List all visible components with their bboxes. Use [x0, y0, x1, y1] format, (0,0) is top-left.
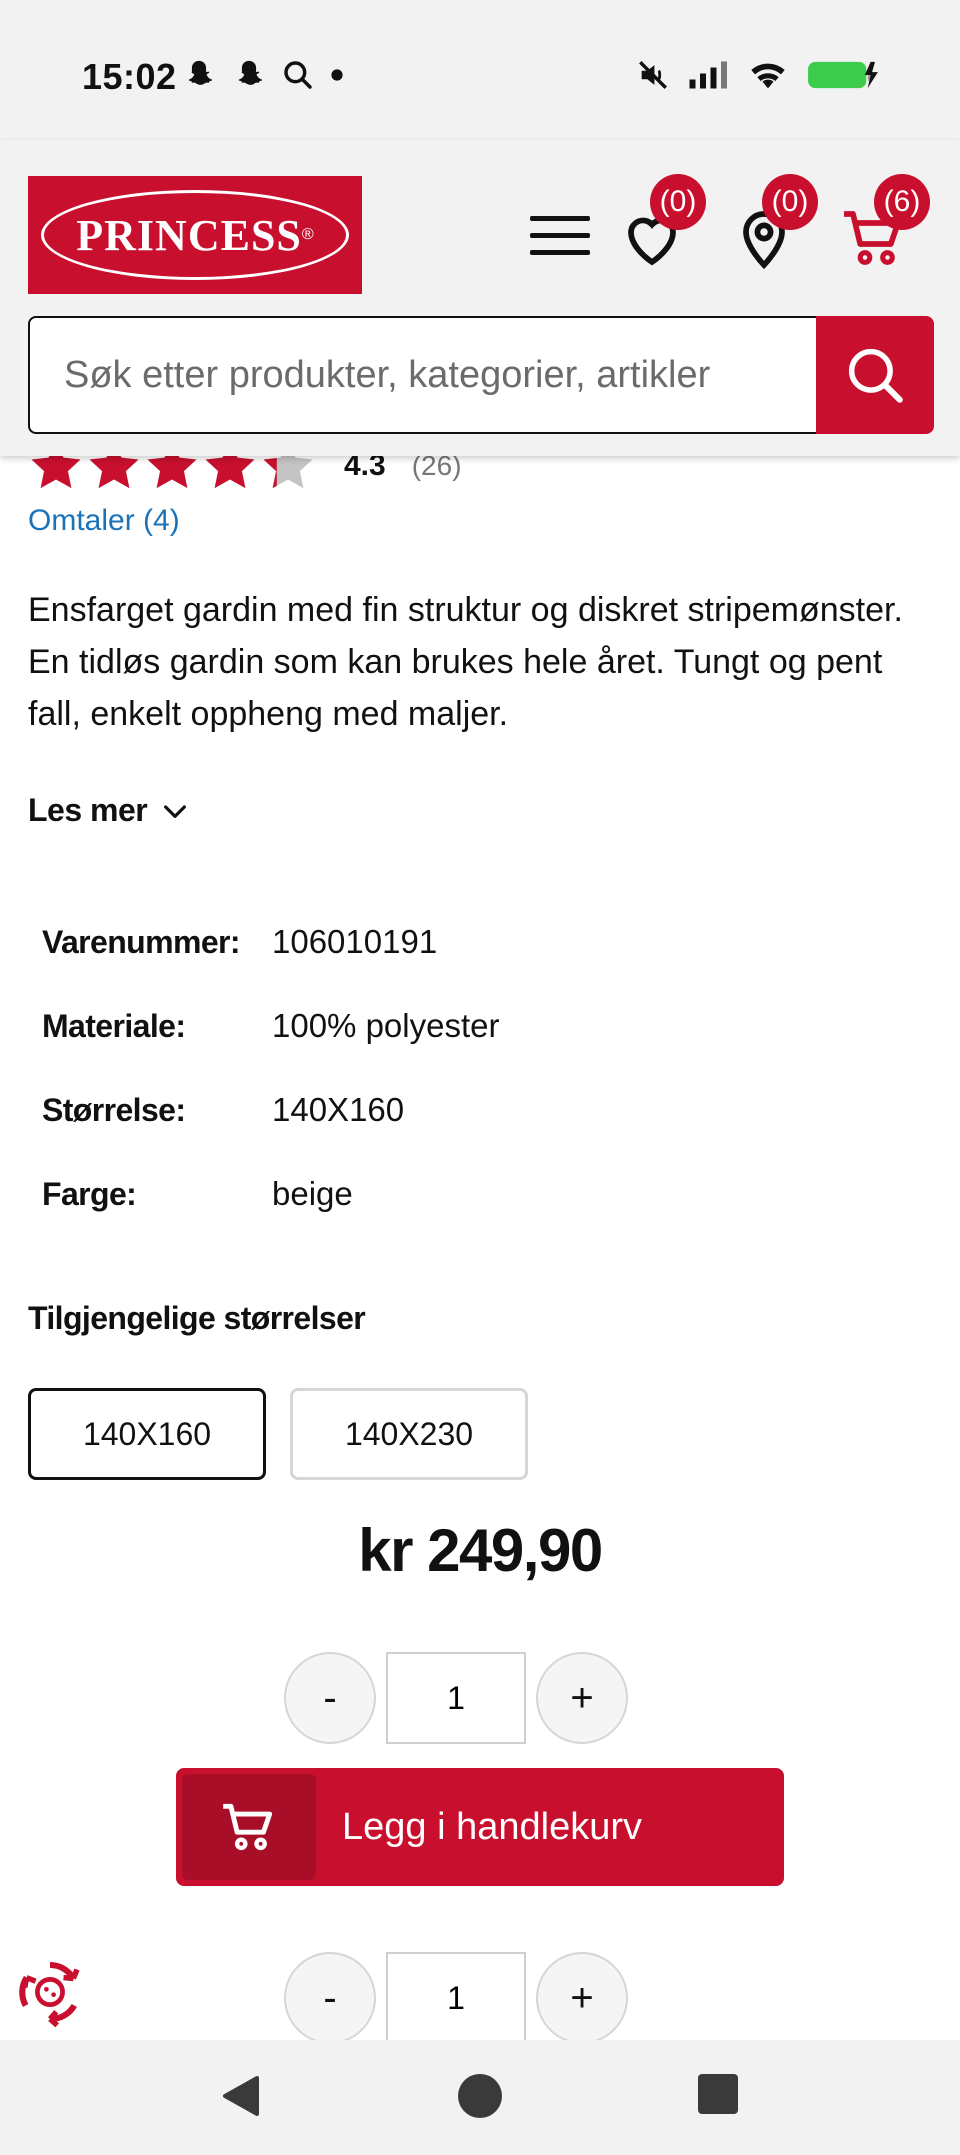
mute-icon: [639, 61, 667, 89]
add-to-cart-label: Legg i handlekurv: [342, 1805, 642, 1848]
search-icon: [848, 348, 903, 403]
cart-count-badge: (6): [874, 174, 930, 230]
site-header: PRINCESS ® (0) (0) (6): [0, 140, 960, 456]
battery-icon: [808, 61, 878, 89]
snapchat-icon: [238, 60, 263, 85]
qty-decrease-button[interactable]: -: [284, 1952, 376, 2044]
spec-key: Materiale:: [42, 1007, 186, 1044]
recycle-widget-icon[interactable]: [14, 1956, 86, 2028]
add-to-cart-button[interactable]: Legg i handlekurv: [176, 1768, 784, 1886]
status-notification-icons: [182, 58, 344, 92]
snapchat-icon: [188, 60, 213, 85]
qty-increase-button[interactable]: +: [536, 1952, 628, 2044]
wifi-icon: [751, 63, 785, 89]
cart-icon: [223, 1803, 273, 1851]
stores-count-badge: (0): [762, 174, 818, 230]
spec-value: 106010191: [272, 923, 438, 960]
signal-icon: [689, 61, 727, 89]
princess-logo[interactable]: PRINCESS ®: [28, 176, 362, 294]
read-more-toggle[interactable]: Les mer: [28, 792, 191, 829]
spec-key: Farge:: [42, 1175, 137, 1212]
search-input[interactable]: [28, 316, 818, 434]
back-icon[interactable]: [218, 2074, 260, 2118]
chevron-down-icon: [164, 804, 187, 818]
spec-value: beige: [272, 1175, 353, 1212]
search-button[interactable]: [816, 316, 934, 434]
wishlist-count-badge: (0): [650, 174, 706, 230]
logo-oval: PRINCESS ®: [41, 190, 349, 280]
logo-text: PRINCESS: [76, 210, 302, 260]
spec-key: Størrelse:: [42, 1091, 186, 1128]
system-navigation-bar: [0, 2040, 960, 2155]
dot-icon: [331, 69, 343, 81]
sizes-heading: Tilgjengelige størrelser: [28, 1300, 366, 1336]
reviews-link[interactable]: Omtaler (4): [28, 504, 180, 538]
spec-row: Materiale: 100% polyester: [42, 984, 499, 1068]
product-price: kr 249,90: [358, 1517, 603, 1584]
status-time: 15:02: [82, 56, 177, 97]
logo-registered: ®: [301, 226, 314, 243]
spec-row: Varenummer: 106010191: [42, 900, 499, 984]
product-description: Ensfarget gardin med fin struktur og dis…: [28, 591, 903, 733]
add-to-cart-icon-box: [182, 1774, 316, 1880]
quantity-input[interactable]: [386, 1652, 526, 1744]
recent-apps-icon[interactable]: [698, 2074, 738, 2114]
quantity-stepper: - +: [284, 1652, 628, 1744]
status-bar: 15:02: [0, 0, 960, 140]
quantity-input[interactable]: [386, 1952, 526, 2044]
search-status-icon: [284, 61, 312, 89]
spec-value: 100% polyester: [272, 1007, 500, 1044]
spec-row: Farge: beige: [42, 1152, 499, 1236]
status-system-icons: [636, 58, 880, 92]
qty-decrease-button[interactable]: -: [284, 1652, 376, 1744]
qty-increase-button[interactable]: +: [536, 1652, 628, 1744]
spec-row: Størrelse: 140X160: [42, 1068, 499, 1152]
home-icon[interactable]: [458, 2074, 502, 2118]
quantity-stepper-sticky: - +: [284, 1952, 628, 2044]
search-bar: [28, 316, 934, 434]
spec-key: Varenummer:: [42, 923, 241, 960]
size-option-140x160[interactable]: 140X160: [28, 1388, 266, 1480]
spec-value: 140X160: [272, 1091, 405, 1128]
spec-table: Varenummer: 106010191 Materiale: 100% po…: [42, 900, 499, 1236]
read-more-label: Les mer: [28, 792, 148, 828]
size-option-140x230[interactable]: 140X230: [290, 1388, 528, 1480]
hamburger-menu-icon[interactable]: [530, 216, 590, 260]
